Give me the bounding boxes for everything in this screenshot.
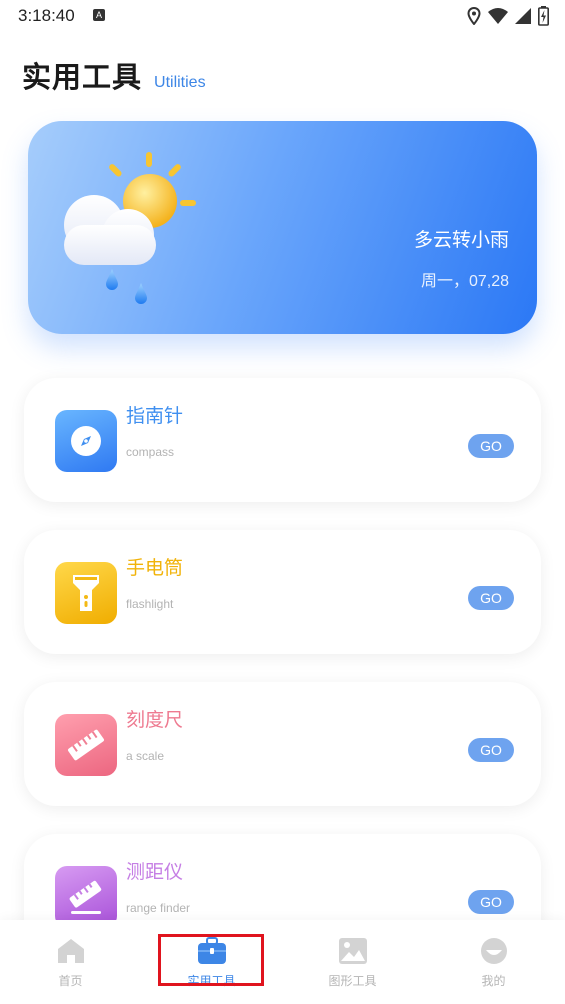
tool-subtitle: range finder bbox=[126, 901, 191, 915]
home-icon bbox=[58, 939, 84, 963]
tab-label: 首页 bbox=[58, 974, 83, 988]
profile-icon bbox=[481, 938, 507, 964]
page-subtitle: Utilities bbox=[154, 74, 206, 91]
status-icons bbox=[467, 6, 549, 26]
wifi-icon bbox=[488, 8, 508, 24]
tool-name: 手电筒 bbox=[126, 557, 184, 579]
flashlight-icon bbox=[55, 562, 117, 624]
tab-profile[interactable]: 我的 bbox=[423, 920, 564, 1004]
tab-home[interactable]: 首页 bbox=[0, 920, 141, 1004]
bottom-tab-bar: 首页 实用工具 图形工具 我的 bbox=[0, 920, 565, 1004]
go-button-range-finder[interactable]: GO bbox=[468, 890, 514, 914]
tool-subtitle: compass bbox=[126, 445, 175, 459]
location-icon bbox=[467, 7, 481, 25]
go-button-flashlight[interactable]: GO bbox=[468, 586, 514, 610]
page-title: 实用工具 bbox=[22, 60, 143, 94]
tab-label: 我的 bbox=[481, 974, 506, 988]
status-time: 3:18:40 bbox=[18, 6, 75, 25]
tab-label: 图形工具 bbox=[328, 974, 377, 988]
battery-charging-icon bbox=[538, 6, 549, 26]
tool-subtitle: flashlight bbox=[126, 597, 174, 611]
tool-card-scale[interactable]: 刻度尺 a scale GO bbox=[24, 682, 541, 806]
range-finder-icon bbox=[55, 866, 117, 928]
notification-icon: A bbox=[93, 9, 105, 21]
toolbox-icon bbox=[198, 937, 226, 964]
tab-utilities[interactable]: 实用工具 bbox=[141, 920, 282, 1004]
tool-subtitle: a scale bbox=[126, 749, 165, 763]
partly-cloudy-rain-icon bbox=[64, 152, 196, 304]
go-button-scale[interactable]: GO bbox=[468, 738, 514, 762]
compass-icon bbox=[55, 410, 117, 472]
tool-card-compass[interactable]: 指南针 compass GO bbox=[24, 378, 541, 502]
go-button-compass[interactable]: GO bbox=[468, 434, 514, 458]
weather-card[interactable]: 多云转小雨 周一，07,28 bbox=[28, 121, 537, 334]
page-header: 实用工具 Utilities bbox=[22, 54, 206, 96]
status-bar: 3:18:40 A bbox=[0, 0, 565, 32]
tab-graphics-tools[interactable]: 图形工具 bbox=[282, 920, 423, 1004]
signal-icon bbox=[515, 8, 531, 24]
weather-date: 周一，07,28 bbox=[420, 273, 509, 290]
tool-name: 刻度尺 bbox=[126, 709, 184, 731]
weather-condition: 多云转小雨 bbox=[413, 229, 509, 251]
tool-name: 指南针 bbox=[126, 405, 184, 427]
image-icon bbox=[339, 938, 367, 964]
tool-name: 测距仪 bbox=[126, 861, 184, 883]
tool-card-flashlight[interactable]: 手电筒 flashlight GO bbox=[24, 530, 541, 654]
ruler-icon bbox=[55, 714, 117, 776]
tab-label: 实用工具 bbox=[187, 974, 236, 988]
